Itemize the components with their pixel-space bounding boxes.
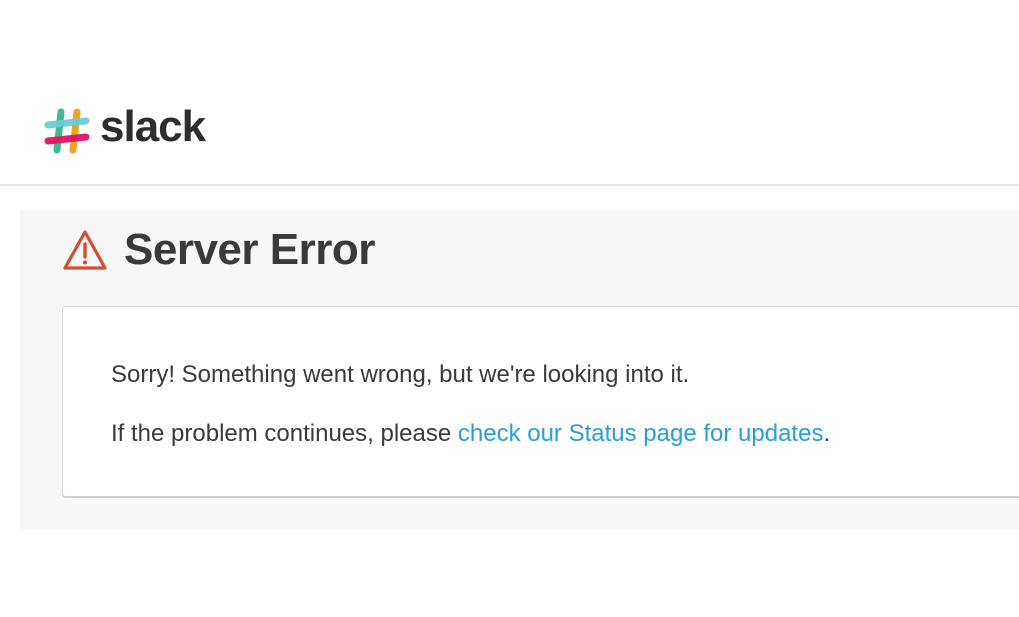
error-message-card: Sorry! Something went wrong, but we're l… [62, 306, 1019, 498]
page-title: Server Error [124, 225, 375, 274]
error-title-row: Server Error [62, 228, 375, 272]
slack-logo[interactable]: slack [44, 102, 206, 156]
status-message-line: If the problem continues, please check o… [111, 422, 830, 446]
status-message-suffix: . [823, 420, 831, 447]
warning-triangle-icon [63, 230, 107, 270]
slack-wordmark: slack [100, 102, 206, 151]
status-message-prefix: If the problem continues, please [111, 420, 458, 447]
slack-hash-logo-icon [44, 108, 90, 154]
site-header: slack [0, 0, 1019, 186]
error-message-line: Sorry! Something went wrong, but we're l… [111, 361, 690, 388]
error-content-area: Server Error Sorry! Something went wrong… [20, 210, 1019, 529]
status-page-link[interactable]: check our Status page for updates [458, 420, 824, 447]
